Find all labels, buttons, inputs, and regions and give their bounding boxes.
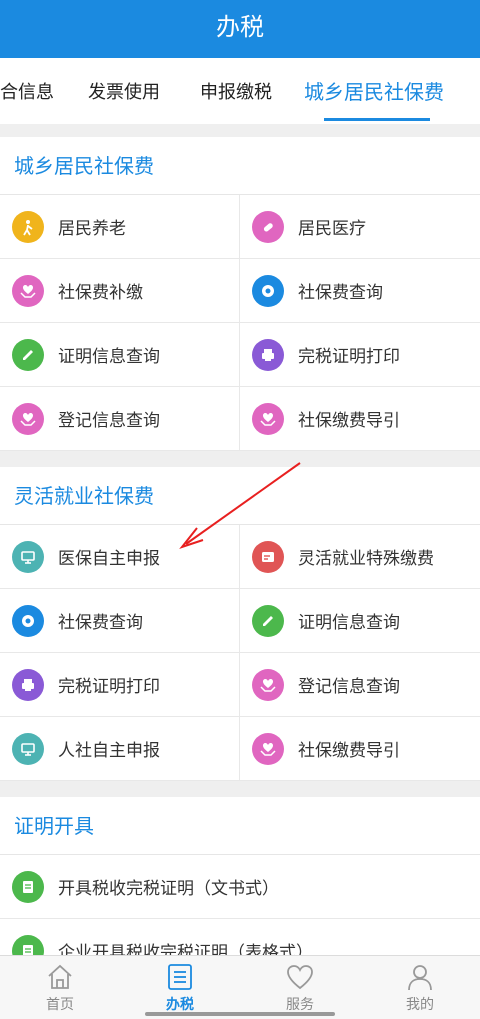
document-icon bbox=[12, 870, 44, 903]
menu-item-label: 医保自主申报 bbox=[58, 549, 160, 569]
menu-item[interactable]: 社保费补缴 bbox=[0, 259, 240, 323]
menu-item-label: 登记信息查询 bbox=[298, 677, 400, 697]
query-icon bbox=[12, 604, 44, 637]
menu-item-label: 企业开具税收完税证明（表格式） bbox=[58, 943, 313, 955]
home-indicator bbox=[145, 1012, 335, 1016]
nav-home[interactable]: 首页 bbox=[0, 956, 120, 1019]
hands-heart-icon bbox=[252, 668, 284, 701]
section-flexible-employment: 灵活就业社保费 医保自主申报 灵活就业特殊缴费社保费查询 证明信息查询完税证明打印 登… bbox=[0, 467, 480, 781]
home-icon bbox=[48, 964, 72, 989]
pen-icon bbox=[252, 604, 284, 637]
hands-heart-icon bbox=[12, 402, 44, 435]
menu-item-label: 登记信息查询 bbox=[58, 411, 160, 431]
hands-heart-icon bbox=[12, 274, 44, 307]
list-icon bbox=[168, 964, 192, 990]
menu-item-label: 开具税收完税证明（文书式） bbox=[58, 879, 279, 899]
menu-item[interactable]: 开具税收完税证明（文书式） bbox=[0, 855, 480, 919]
bottom-navigation: 首页 办税 服务 我的 bbox=[0, 955, 480, 1019]
menu-item-label: 完税证明打印 bbox=[298, 347, 400, 367]
tab-bar[interactable]: 合信息 发票使用 申报缴税 城乡居民社保费 bbox=[0, 58, 480, 124]
menu-item[interactable]: 居民养老 bbox=[0, 195, 240, 259]
hands-heart-icon bbox=[252, 402, 284, 435]
printer-icon bbox=[252, 338, 284, 371]
menu-item-label: 证明信息查询 bbox=[58, 347, 160, 367]
section-title: 灵活就业社保费 bbox=[0, 467, 480, 525]
menu-item[interactable]: 完税证明打印 bbox=[240, 323, 480, 387]
menu-item-label: 社保费补缴 bbox=[58, 283, 143, 303]
menu-item[interactable]: 居民医疗 bbox=[240, 195, 480, 259]
hands-heart-icon bbox=[252, 732, 284, 765]
menu-item[interactable]: 登记信息查询 bbox=[240, 653, 480, 717]
menu-item-label: 居民医疗 bbox=[298, 219, 366, 239]
menu-item[interactable]: 人社自主申报 bbox=[0, 717, 240, 781]
menu-item[interactable]: 登记信息查询 bbox=[0, 387, 240, 451]
monitor-icon bbox=[12, 540, 44, 573]
heart-icon bbox=[287, 965, 313, 990]
nav-tax[interactable]: 办税 bbox=[120, 956, 240, 1019]
active-tab-indicator bbox=[324, 118, 430, 121]
menu-item-label: 社保费查询 bbox=[298, 283, 383, 303]
document-icon bbox=[12, 934, 44, 955]
menu-item-label: 证明信息查询 bbox=[298, 613, 400, 633]
menu-item-label: 居民养老 bbox=[58, 219, 126, 239]
menu-item-label: 完税证明打印 bbox=[58, 677, 160, 697]
nav-label: 服务 bbox=[286, 997, 314, 1013]
page-header: 办税 bbox=[0, 0, 480, 58]
query-icon bbox=[252, 274, 284, 307]
nav-mine[interactable]: 我的 bbox=[360, 956, 480, 1019]
menu-item[interactable]: 企业开具税收完税证明（表格式） bbox=[0, 919, 480, 955]
printer-icon bbox=[12, 668, 44, 701]
card-icon bbox=[252, 540, 284, 573]
tab-combined-info[interactable]: 合信息 bbox=[0, 78, 54, 104]
menu-item[interactable]: 完税证明打印 bbox=[0, 653, 240, 717]
menu-item-label: 社保费查询 bbox=[58, 613, 143, 633]
menu-item[interactable]: 灵活就业特殊缴费 bbox=[240, 525, 480, 589]
menu-item[interactable]: 社保费查询 bbox=[0, 589, 240, 653]
nav-label: 我的 bbox=[406, 997, 434, 1013]
nav-label: 办税 bbox=[166, 997, 194, 1013]
pen-icon bbox=[12, 338, 44, 371]
section-title: 证明开具 bbox=[0, 797, 480, 855]
menu-item[interactable]: 医保自主申报 bbox=[0, 525, 240, 589]
elderly-icon bbox=[12, 210, 44, 243]
monitor-icon bbox=[12, 732, 44, 765]
tab-invoice-use[interactable]: 发票使用 bbox=[88, 78, 160, 104]
nav-service[interactable]: 服务 bbox=[240, 956, 360, 1019]
page-title: 办税 bbox=[216, 13, 264, 41]
menu-item-label: 社保缴费导引 bbox=[298, 411, 400, 431]
medicine-icon bbox=[252, 210, 284, 243]
menu-item[interactable]: 社保费查询 bbox=[240, 259, 480, 323]
tab-urban-rural-social-insurance[interactable]: 城乡居民社保费 bbox=[304, 76, 444, 105]
person-icon bbox=[408, 965, 432, 991]
menu-item[interactable]: 证明信息查询 bbox=[240, 589, 480, 653]
menu-item[interactable]: 社保缴费导引 bbox=[240, 717, 480, 781]
menu-item-label: 社保缴费导引 bbox=[298, 741, 400, 761]
section-urban-rural: 城乡居民社保费 居民养老 居民医疗社保费补缴 社保费查询证明信息查询 完税证明打印登记… bbox=[0, 137, 480, 451]
section-certificates: 证明开具 开具税收完税证明（文书式） 企业开具税收完税证明（表格式） bbox=[0, 797, 480, 955]
menu-item-label: 灵活就业特殊缴费 bbox=[298, 549, 434, 569]
menu-item-label: 人社自主申报 bbox=[58, 741, 160, 761]
tab-declare-pay[interactable]: 申报缴税 bbox=[200, 78, 272, 104]
section-title: 城乡居民社保费 bbox=[0, 137, 480, 195]
nav-label: 首页 bbox=[46, 997, 74, 1013]
menu-item[interactable]: 证明信息查询 bbox=[0, 323, 240, 387]
menu-item[interactable]: 社保缴费导引 bbox=[240, 387, 480, 451]
